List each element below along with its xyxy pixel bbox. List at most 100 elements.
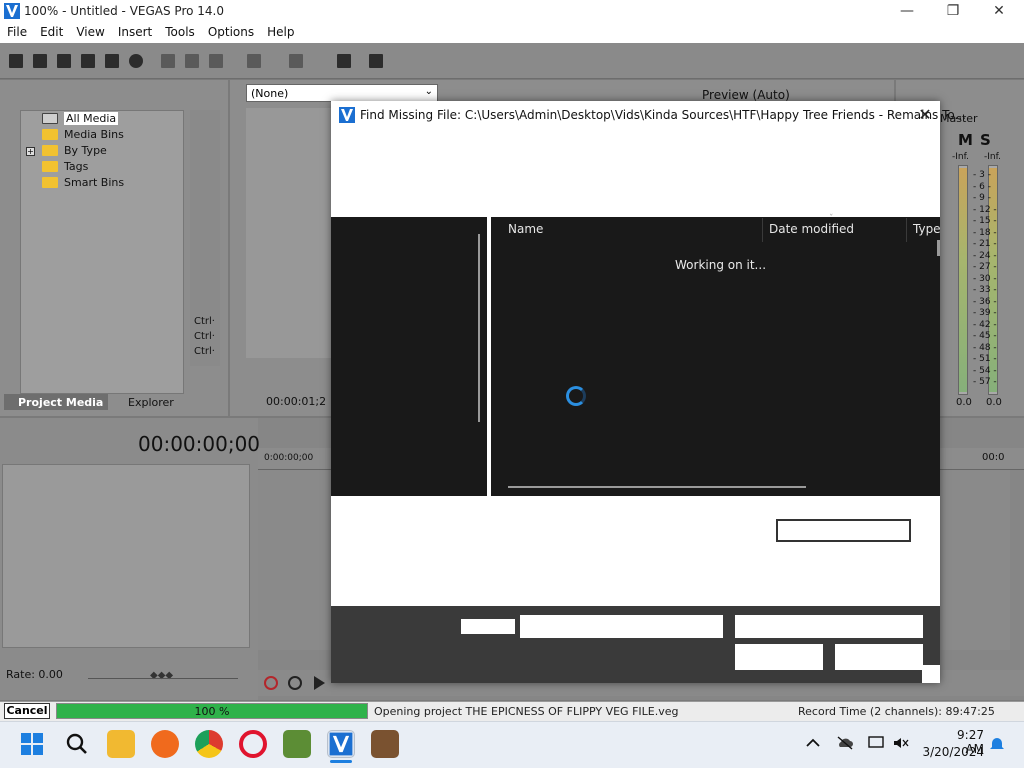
cancel-button[interactable]: Cancel [4,703,50,719]
edit-tool-icon[interactable] [334,51,354,71]
progress-text: 100 % [194,705,230,718]
ruler-start-label: 0:00:00;00 [264,453,314,463]
tree-item-tags[interactable]: Tags [42,159,182,175]
dialog-title: Find Missing File: C:\Users\Admin\Deskto… [360,108,966,122]
undo-icon[interactable] [244,51,264,71]
minecraft-icon[interactable] [283,730,311,758]
preview-device-dropdown[interactable]: (None) ⌄ [246,84,438,102]
vegas-logo-icon [339,107,355,123]
speaker-muted-icon[interactable] [892,736,910,750]
rate-label: Rate: 0.00 [6,668,63,681]
redo-icon[interactable] [286,51,306,71]
loop-icon[interactable] [288,676,302,690]
menu-options[interactable]: Options [201,23,260,39]
menu-file[interactable]: File [0,23,33,39]
opera-icon[interactable] [239,730,267,758]
db-scale-label: - 9 - [973,193,991,203]
ctrl-label: Ctrl· [194,331,215,342]
open-icon[interactable] [30,51,50,71]
maximize-button[interactable]: ❐ [930,0,976,23]
rate-slider-track[interactable] [88,678,238,679]
folder-icon [42,129,58,140]
chrome-icon[interactable] [195,730,223,758]
loading-message: Working on it... [675,258,767,272]
dialog-close-button[interactable]: ✕ [914,104,936,126]
menu-insert[interactable]: Insert [111,23,158,39]
play-icon[interactable] [314,676,325,690]
folder-icon [42,161,58,172]
tree-item-smart-bins[interactable]: Smart Bins [42,175,182,191]
file-name-input[interactable] [520,615,723,638]
db-scale-label: - 45 - [973,331,997,341]
save-as-icon[interactable] [78,51,98,71]
tree-item-by-type[interactable]: By Type [42,143,182,159]
resize-grip[interactable] [922,665,940,683]
new-project-icon[interactable] [6,51,26,71]
solo-button[interactable]: S [980,131,991,149]
folder-icon [42,177,58,188]
column-separator[interactable] [906,218,907,242]
column-header-date-modified[interactable]: Date modified [769,222,854,236]
menu-help[interactable]: Help [260,23,300,39]
paste-icon[interactable] [206,51,226,71]
render-icon[interactable] [102,51,122,71]
open-button[interactable] [735,644,823,670]
navigation-pane[interactable] [331,217,487,496]
minimize-button[interactable]: — [884,0,930,23]
rate-slider-handle[interactable]: ◆◆◆ [150,670,174,684]
vegas-taskbar-icon[interactable] [327,730,355,758]
preview-timecode: 00:00:01;2 [266,395,327,408]
menu-edit[interactable]: Edit [33,23,69,39]
search-icon[interactable] [63,730,91,758]
preview-quality-dropdown[interactable]: Preview (Auto) [702,88,790,102]
cloud-offline-icon[interactable] [836,736,854,750]
db-scale-label: - 24 - [973,250,997,261]
vegas-logo-icon [4,3,20,19]
display-icon[interactable] [868,736,886,750]
start-windows-icon[interactable] [18,730,46,758]
menu-tools[interactable]: Tools [158,23,201,39]
clock-date[interactable]: 3/20/2024 [922,745,984,759]
expand-toggle[interactable]: + [26,147,35,156]
tab-explorer[interactable]: Explorer [128,396,174,412]
db-scale-label: - 15 - [973,216,997,226]
preview-screen [246,108,332,358]
chevron-up-icon[interactable] [804,736,822,750]
peak-label-right: -Inf. [984,152,1001,162]
file-type-select[interactable] [735,615,923,638]
record-icon[interactable] [264,676,278,690]
close-button[interactable]: ✕ [976,0,1022,23]
tab-project-media[interactable]: Project Media [4,394,108,410]
db-scale-label: - 30 - [973,273,997,284]
file-type-filter-box[interactable] [776,519,911,542]
tree-item-media-bins[interactable]: Media Bins [42,127,182,143]
mute-button[interactable]: M [958,131,973,149]
menu-view[interactable]: View [69,23,110,39]
column-separator[interactable] [762,218,763,242]
file-explorer-icon[interactable] [107,730,135,758]
dialog-cancel-button[interactable] [835,644,923,670]
firefox-icon[interactable] [151,730,179,758]
navigation-scrollbar[interactable] [478,234,480,422]
properties-gear-icon[interactable] [126,51,146,71]
copy-icon[interactable] [182,51,202,71]
save-icon[interactable] [54,51,74,71]
column-header-type[interactable]: Type [913,222,941,236]
db-scale-label: - 21 - [973,239,997,249]
file-list-vscroll[interactable] [937,240,940,256]
ctrl-label: Ctrl· [194,316,215,327]
column-header-name[interactable]: Name [508,222,543,236]
tree-item-all-media[interactable]: All Media [42,111,182,127]
file-list-hscroll[interactable] [508,486,806,488]
ctrl-label: Ctrl· [194,346,215,357]
peak-label-left: -Inf. [952,152,969,162]
level-readout-left: 0.0 [956,397,972,408]
db-scale-label: - 27 - [973,262,997,272]
help-icon[interactable] [366,51,386,71]
ruler-end-label: 00:0 [982,452,1005,463]
level-readout-right: 0.0 [986,397,1002,408]
minecraft-launcher-icon[interactable] [371,730,399,758]
timeline-timecode: 00:00:00;00 [138,432,261,456]
notification-bell-icon[interactable] [988,736,1006,750]
cut-icon[interactable] [158,51,178,71]
